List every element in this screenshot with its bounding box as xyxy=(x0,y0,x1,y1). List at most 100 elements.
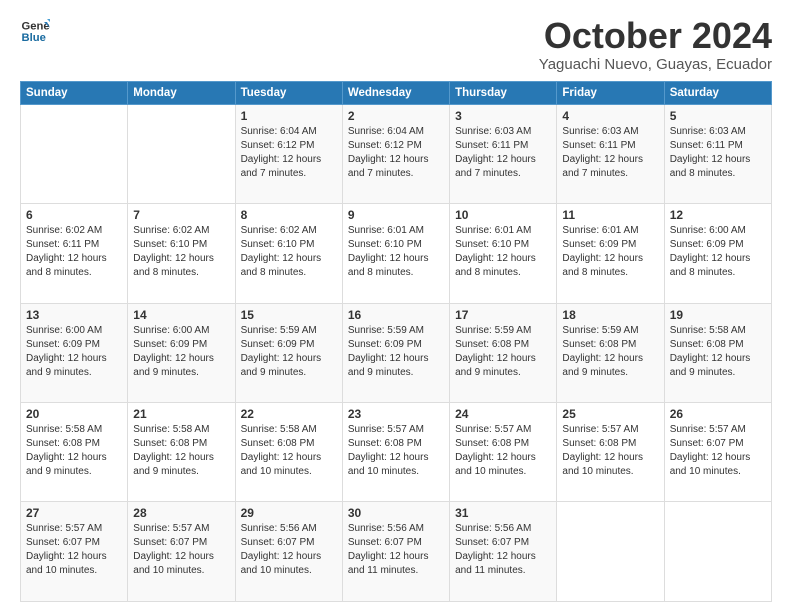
location: Yaguachi Nuevo, Guayas, Ecuador xyxy=(539,56,772,73)
day-number: 5 xyxy=(670,109,766,123)
day-number: 8 xyxy=(241,208,337,222)
calendar-week: 27 Sunrise: 5:57 AMSunset: 6:07 PMDayligh… xyxy=(21,502,772,602)
day-number: 4 xyxy=(562,109,658,123)
calendar-cell: 14 Sunrise: 6:00 AMSunset: 6:09 PMDayligh… xyxy=(128,303,235,402)
calendar-week: 20 Sunrise: 5:58 AMSunset: 6:08 PMDayligh… xyxy=(21,403,772,502)
calendar-cell: 6 Sunrise: 6:02 AMSunset: 6:11 PMDaylight… xyxy=(21,204,128,303)
day-number: 11 xyxy=(562,208,658,222)
day-detail: Sunrise: 5:57 AMSunset: 6:07 PMDaylight:… xyxy=(26,522,122,578)
calendar-week: 6 Sunrise: 6:02 AMSunset: 6:11 PMDaylight… xyxy=(21,204,772,303)
day-number: 25 xyxy=(562,407,658,421)
day-detail: Sunrise: 5:58 AMSunset: 6:08 PMDaylight:… xyxy=(241,423,337,479)
day-detail: Sunrise: 5:59 AMSunset: 6:08 PMDaylight:… xyxy=(455,324,551,380)
day-detail: Sunrise: 5:59 AMSunset: 6:09 PMDaylight:… xyxy=(241,324,337,380)
day-header-tuesday: Tuesday xyxy=(235,81,342,104)
day-number: 15 xyxy=(241,308,337,322)
day-detail: Sunrise: 5:57 AMSunset: 6:08 PMDaylight:… xyxy=(455,423,551,479)
day-detail: Sunrise: 6:04 AMSunset: 6:12 PMDaylight:… xyxy=(241,125,337,181)
day-number: 16 xyxy=(348,308,444,322)
day-number: 13 xyxy=(26,308,122,322)
day-number: 28 xyxy=(133,506,229,520)
day-header-thursday: Thursday xyxy=(450,81,557,104)
day-detail: Sunrise: 6:03 AMSunset: 6:11 PMDaylight:… xyxy=(562,125,658,181)
day-detail: Sunrise: 5:56 AMSunset: 6:07 PMDaylight:… xyxy=(241,522,337,578)
day-number: 1 xyxy=(241,109,337,123)
calendar-cell: 18 Sunrise: 5:59 AMSunset: 6:08 PMDayligh… xyxy=(557,303,664,402)
month-title: October 2024 xyxy=(539,16,772,56)
calendar-week: 1 Sunrise: 6:04 AMSunset: 6:12 PMDaylight… xyxy=(21,104,772,203)
day-detail: Sunrise: 5:57 AMSunset: 6:08 PMDaylight:… xyxy=(348,423,444,479)
day-detail: Sunrise: 5:58 AMSunset: 6:08 PMDaylight:… xyxy=(670,324,766,380)
day-header-monday: Monday xyxy=(128,81,235,104)
day-number: 3 xyxy=(455,109,551,123)
day-detail: Sunrise: 6:00 AMSunset: 6:09 PMDaylight:… xyxy=(670,224,766,280)
day-header-wednesday: Wednesday xyxy=(342,81,449,104)
calendar-cell: 8 Sunrise: 6:02 AMSunset: 6:10 PMDaylight… xyxy=(235,204,342,303)
day-detail: Sunrise: 5:59 AMSunset: 6:08 PMDaylight:… xyxy=(562,324,658,380)
day-number: 26 xyxy=(670,407,766,421)
day-detail: Sunrise: 6:01 AMSunset: 6:10 PMDaylight:… xyxy=(455,224,551,280)
day-detail: Sunrise: 5:57 AMSunset: 6:07 PMDaylight:… xyxy=(133,522,229,578)
calendar-cell: 29 Sunrise: 5:56 AMSunset: 6:07 PMDayligh… xyxy=(235,502,342,602)
day-detail: Sunrise: 6:03 AMSunset: 6:11 PMDaylight:… xyxy=(670,125,766,181)
day-detail: Sunrise: 6:02 AMSunset: 6:10 PMDaylight:… xyxy=(133,224,229,280)
day-detail: Sunrise: 6:02 AMSunset: 6:11 PMDaylight:… xyxy=(26,224,122,280)
day-number: 7 xyxy=(133,208,229,222)
page-header: General Blue October 2024 Yaguachi Nuevo… xyxy=(20,16,772,73)
day-detail: Sunrise: 6:00 AMSunset: 6:09 PMDaylight:… xyxy=(26,324,122,380)
day-number: 29 xyxy=(241,506,337,520)
logo: General Blue xyxy=(20,16,50,46)
calendar-cell: 17Sunrise: 5:59 AMSunset: 6:08 PMDayligh… xyxy=(450,303,557,402)
day-detail: Sunrise: 6:00 AMSunset: 6:09 PMDaylight:… xyxy=(133,324,229,380)
calendar-cell: 19 Sunrise: 5:58 AMSunset: 6:08 PMDayligh… xyxy=(664,303,771,402)
calendar-cell: 31Sunrise: 5:56 AMSunset: 6:07 PMDayligh… xyxy=(450,502,557,602)
day-number: 20 xyxy=(26,407,122,421)
day-number: 22 xyxy=(241,407,337,421)
day-number: 10 xyxy=(455,208,551,222)
calendar-cell: 5 Sunrise: 6:03 AMSunset: 6:11 PMDaylight… xyxy=(664,104,771,203)
calendar-cell: 21Sunrise: 5:58 AMSunset: 6:08 PMDayligh… xyxy=(128,403,235,502)
calendar-cell: 4 Sunrise: 6:03 AMSunset: 6:11 PMDaylight… xyxy=(557,104,664,203)
calendar-header: SundayMondayTuesdayWednesdayThursdayFrid… xyxy=(21,81,772,104)
calendar-cell xyxy=(557,502,664,602)
day-number: 14 xyxy=(133,308,229,322)
day-detail: Sunrise: 5:59 AMSunset: 6:09 PMDaylight:… xyxy=(348,324,444,380)
day-detail: Sunrise: 6:02 AMSunset: 6:10 PMDaylight:… xyxy=(241,224,337,280)
calendar-cell: 11Sunrise: 6:01 AMSunset: 6:09 PMDayligh… xyxy=(557,204,664,303)
day-header-saturday: Saturday xyxy=(664,81,771,104)
calendar: SundayMondayTuesdayWednesdayThursdayFrid… xyxy=(20,81,772,602)
day-header-friday: Friday xyxy=(557,81,664,104)
calendar-cell: 22 Sunrise: 5:58 AMSunset: 6:08 PMDayligh… xyxy=(235,403,342,502)
calendar-cell: 27 Sunrise: 5:57 AMSunset: 6:07 PMDayligh… xyxy=(21,502,128,602)
day-number: 12 xyxy=(670,208,766,222)
calendar-cell: 3Sunrise: 6:03 AMSunset: 6:11 PMDaylight… xyxy=(450,104,557,203)
day-number: 9 xyxy=(348,208,444,222)
calendar-cell: 7 Sunrise: 6:02 AMSunset: 6:10 PMDaylight… xyxy=(128,204,235,303)
day-detail: Sunrise: 6:01 AMSunset: 6:10 PMDaylight:… xyxy=(348,224,444,280)
day-number: 19 xyxy=(670,308,766,322)
calendar-cell: 16 Sunrise: 5:59 AMSunset: 6:09 PMDayligh… xyxy=(342,303,449,402)
day-number: 21 xyxy=(133,407,229,421)
calendar-cell: 2 Sunrise: 6:04 AMSunset: 6:12 PMDaylight… xyxy=(342,104,449,203)
day-number: 27 xyxy=(26,506,122,520)
day-detail: Sunrise: 5:57 AMSunset: 6:08 PMDaylight:… xyxy=(562,423,658,479)
day-number: 6 xyxy=(26,208,122,222)
calendar-cell: 25 Sunrise: 5:57 AMSunset: 6:08 PMDayligh… xyxy=(557,403,664,502)
calendar-cell: 13 Sunrise: 6:00 AMSunset: 6:09 PMDayligh… xyxy=(21,303,128,402)
calendar-cell: 9 Sunrise: 6:01 AMSunset: 6:10 PMDaylight… xyxy=(342,204,449,303)
logo-icon: General Blue xyxy=(20,16,50,46)
calendar-cell: 20 Sunrise: 5:58 AMSunset: 6:08 PMDayligh… xyxy=(21,403,128,502)
day-detail: Sunrise: 5:57 AMSunset: 6:07 PMDaylight:… xyxy=(670,423,766,479)
day-detail: Sunrise: 6:04 AMSunset: 6:12 PMDaylight:… xyxy=(348,125,444,181)
day-number: 18 xyxy=(562,308,658,322)
calendar-cell: 24Sunrise: 5:57 AMSunset: 6:08 PMDayligh… xyxy=(450,403,557,502)
day-header-sunday: Sunday xyxy=(21,81,128,104)
calendar-cell: 23 Sunrise: 5:57 AMSunset: 6:08 PMDayligh… xyxy=(342,403,449,502)
day-number: 23 xyxy=(348,407,444,421)
day-detail: Sunrise: 5:56 AMSunset: 6:07 PMDaylight:… xyxy=(348,522,444,578)
calendar-cell: 10 Sunrise: 6:01 AMSunset: 6:10 PMDayligh… xyxy=(450,204,557,303)
day-detail: Sunrise: 5:58 AMSunset: 6:08 PMDaylight:… xyxy=(26,423,122,479)
day-number: 2 xyxy=(348,109,444,123)
calendar-cell: 30Sunrise: 5:56 AMSunset: 6:07 PMDayligh… xyxy=(342,502,449,602)
day-number: 31 xyxy=(455,506,551,520)
